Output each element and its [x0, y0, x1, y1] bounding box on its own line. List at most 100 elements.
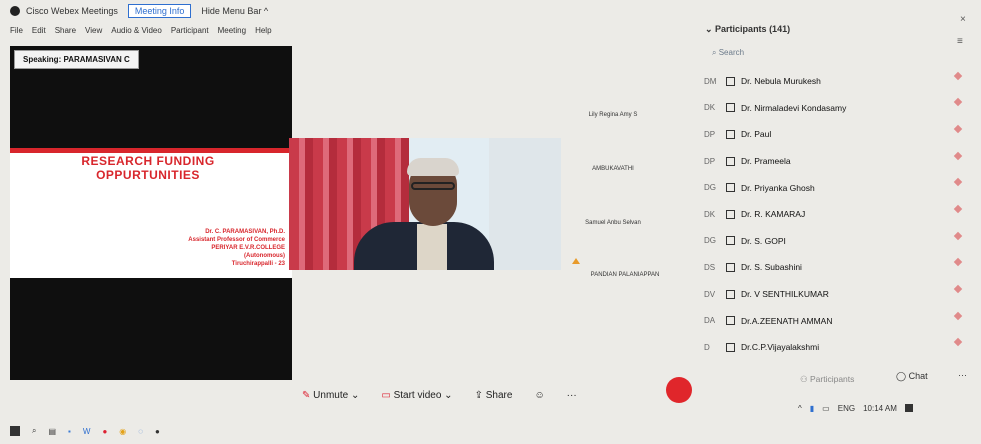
- start-video-button[interactable]: ▭ Start video ⌄: [381, 390, 452, 401]
- participant-search[interactable]: ⌕ Search: [712, 48, 744, 58]
- participant-row[interactable]: DA Dr.A.ZEENATH AMMAN: [704, 307, 944, 334]
- network-icon[interactable]: ▮: [810, 404, 814, 413]
- list-menu-icon[interactable]: ≡: [957, 36, 963, 47]
- active-speaker-video[interactable]: [289, 138, 561, 270]
- mic-muted-icon: ✎: [302, 389, 314, 401]
- muted-icon: [953, 284, 963, 294]
- presenter-line: (Autonomous): [244, 253, 285, 259]
- participants-header[interactable]: ⌄ Participants (141): [705, 24, 790, 35]
- participant-row[interactable]: DP Dr. Prameela: [704, 148, 944, 175]
- slide-presenter-details: Dr. C. PARAMASIVAN, Ph.D. Assistant Prof…: [150, 228, 285, 268]
- participant-name: Dr. V SENTHILKUMAR: [741, 289, 829, 300]
- participant-row[interactable]: DP Dr. Paul: [704, 121, 944, 148]
- warning-icon: [572, 258, 580, 264]
- participant-name: Dr. Priyanka Ghosh: [741, 182, 815, 193]
- chat-icon: ◯: [896, 371, 909, 381]
- video-tile-name[interactable]: Samuel Anbu Selvan: [558, 220, 668, 226]
- muted-icon: [953, 97, 963, 107]
- share-button[interactable]: ⇪ Share: [475, 390, 513, 401]
- menu-help[interactable]: Help: [255, 26, 271, 35]
- menu-view[interactable]: View: [85, 26, 102, 35]
- muted-icon: [953, 257, 963, 267]
- participant-list: DM Dr. Nebula Murukesh DK Dr. Nirmaladevi …: [704, 68, 944, 361]
- participant-initials: DP: [704, 129, 716, 139]
- close-panel-icon[interactable]: ×: [960, 14, 966, 25]
- participant-row[interactable]: DK Dr. Nirmaladevi Kondasamy: [704, 95, 944, 122]
- participant-initials: DK: [704, 209, 716, 219]
- device-icon: [726, 342, 735, 352]
- chrome-icon[interactable]: ◉: [119, 427, 126, 436]
- muted-icon: [953, 204, 963, 214]
- participant-row[interactable]: DG Dr. Priyanka Ghosh: [704, 174, 944, 201]
- participant-initials: DV: [704, 289, 716, 299]
- participant-initials: DS: [704, 262, 716, 272]
- muted-icon: [953, 124, 963, 134]
- video-tile-name[interactable]: Lily Regina Amy S: [558, 112, 668, 118]
- task-view-icon[interactable]: ▤: [48, 427, 56, 436]
- participant-name: Dr. Nirmaladevi Kondasamy: [741, 102, 847, 113]
- muted-icon: [953, 231, 963, 241]
- webex-taskbar-icon[interactable]: ●: [155, 427, 160, 436]
- participant-row[interactable]: DV Dr. V SENTHILKUMAR: [704, 281, 944, 308]
- video-tile-name[interactable]: AMBUKAVATHI: [558, 166, 668, 172]
- unmute-button[interactable]: ✎ Unmute ⌄: [302, 390, 359, 401]
- participant-row[interactable]: DM Dr. Nebula Murukesh: [704, 68, 944, 95]
- presenter-line: PERIYAR E.V.R.COLLEGE: [211, 245, 285, 251]
- notification-icon[interactable]: [904, 404, 913, 412]
- app-title: Cisco Webex Meetings: [26, 6, 118, 16]
- menu-meeting[interactable]: Meeting: [218, 26, 246, 35]
- device-icon: [726, 103, 735, 113]
- participant-row[interactable]: D Dr.C.P.Vijayalakshmi: [704, 334, 944, 361]
- speaking-indicator: Speaking: PARAMASIVAN C: [14, 50, 139, 69]
- taskbar: ⌕ ▤ ▪ W ● ◉ ◌ ●: [0, 418, 981, 444]
- more-options-button[interactable]: ···: [567, 390, 577, 401]
- hide-menu-bar-button[interactable]: Hide Menu Bar ^: [201, 6, 268, 16]
- device-icon: [726, 209, 735, 219]
- file-explorer-icon[interactable]: ▪: [68, 427, 71, 436]
- muted-icon: [953, 177, 963, 187]
- participant-row[interactable]: DS Dr. S. Subashini: [704, 254, 944, 281]
- battery-icon[interactable]: ▭: [822, 404, 830, 413]
- webex-logo-icon: [10, 6, 20, 16]
- clock[interactable]: 10:14 AM: [863, 404, 897, 413]
- tray-chevron-icon[interactable]: ^: [798, 404, 802, 413]
- word-icon[interactable]: W: [83, 427, 91, 436]
- participant-name: Dr.A.ZEENATH AMMAN: [741, 315, 833, 326]
- share-icon: ⇪: [474, 389, 486, 401]
- chat-button[interactable]: ◯ Chat: [896, 371, 928, 382]
- participant-initials: D: [704, 342, 710, 352]
- video-tile-name[interactable]: PANDIAN PALANIAPPAN: [570, 272, 680, 278]
- menu-participant[interactable]: Participant: [171, 26, 209, 35]
- search-icon[interactable]: ⌕: [32, 426, 36, 436]
- leave-meeting-button[interactable]: [666, 377, 692, 403]
- slide-top-rule: [10, 148, 292, 153]
- app-icon[interactable]: ●: [102, 427, 107, 436]
- speaker-glasses: [411, 182, 455, 190]
- menu-audio-video[interactable]: Audio & Video: [111, 26, 162, 35]
- device-icon: [726, 236, 735, 246]
- windows-start-icon[interactable]: [10, 426, 20, 436]
- language-indicator[interactable]: ENG: [838, 404, 855, 413]
- participant-name: Dr. Paul: [741, 129, 772, 140]
- toolbar-overflow-button[interactable]: ···: [958, 370, 967, 380]
- browser-icon[interactable]: ◌: [138, 427, 143, 436]
- participant-initials: DA: [704, 316, 716, 326]
- meeting-info-tab[interactable]: Meeting Info: [127, 4, 192, 18]
- people-icon: ⚇: [800, 374, 810, 384]
- participant-initials: DK: [704, 103, 716, 113]
- camera-off-icon: ▭: [381, 389, 394, 401]
- muted-icon: [953, 71, 963, 81]
- menu-edit[interactable]: Edit: [32, 26, 46, 35]
- search-input[interactable]: Search: [719, 48, 744, 57]
- device-icon: [726, 156, 735, 166]
- participant-row[interactable]: DG Dr. S. GOPI: [704, 228, 944, 255]
- participant-name: Dr. Nebula Murukesh: [741, 76, 821, 87]
- participants-toggle-button[interactable]: ⚇ Participants: [800, 374, 854, 385]
- menu-file[interactable]: File: [10, 26, 23, 35]
- participants-title: Participants (141): [715, 24, 791, 34]
- search-icon: ⌕: [712, 48, 719, 57]
- reactions-icon[interactable]: ☺: [534, 390, 544, 401]
- muted-icon: [953, 337, 963, 347]
- participant-row[interactable]: DK Dr. R. KAMARAJ: [704, 201, 944, 228]
- menu-share[interactable]: Share: [55, 26, 76, 35]
